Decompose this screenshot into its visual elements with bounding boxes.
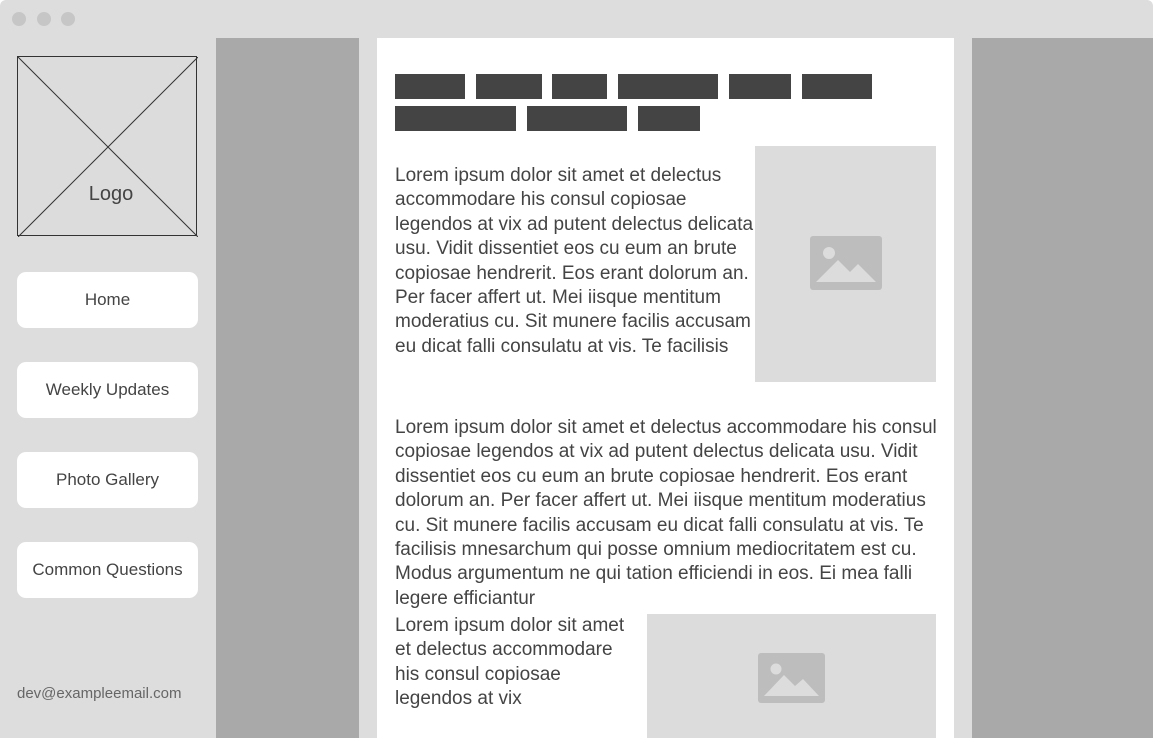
nav-photo-gallery-button[interactable]: Photo Gallery bbox=[17, 452, 198, 508]
window-close-dot[interactable] bbox=[12, 12, 26, 26]
image-placeholder-icon bbox=[758, 653, 825, 703]
paragraph-3: Lorem ipsum dolor sit amet et delectus a… bbox=[395, 615, 625, 710]
paragraph-2: Lorem ipsum dolor sit amet et delectus a… bbox=[395, 417, 937, 609]
paragraph-1: Lorem ipsum dolor sit amet et delectus a… bbox=[395, 165, 754, 357]
browser-window: Logo Home Weekly Updates Photo Gallery C… bbox=[0, 0, 1153, 738]
logo-placeholder[interactable]: Logo bbox=[17, 56, 198, 237]
contact-email[interactable]: dev@exampleemail.com bbox=[17, 685, 181, 702]
title-bar bbox=[0, 0, 1153, 38]
image-placeholder-1 bbox=[755, 146, 936, 382]
tab-9[interactable] bbox=[638, 106, 700, 131]
tab-2[interactable] bbox=[476, 74, 542, 99]
tab-3[interactable] bbox=[552, 74, 607, 99]
tab-1[interactable] bbox=[395, 74, 465, 99]
logo-cross-icon bbox=[18, 57, 198, 237]
window-minimize-dot[interactable] bbox=[37, 12, 51, 26]
window-maximize-dot[interactable] bbox=[61, 12, 75, 26]
tab-5[interactable] bbox=[729, 74, 791, 99]
sidebar: Logo Home Weekly Updates Photo Gallery C… bbox=[0, 38, 216, 738]
tab-4[interactable] bbox=[618, 74, 718, 99]
image-placeholder-icon bbox=[810, 236, 882, 290]
nav-weekly-updates-button[interactable]: Weekly Updates bbox=[17, 362, 198, 418]
logo-label: Logo bbox=[88, 183, 134, 205]
tab-7[interactable] bbox=[395, 106, 516, 131]
nav-home-button[interactable]: Home bbox=[17, 272, 198, 328]
right-gutter bbox=[972, 38, 1153, 738]
image-placeholder-2 bbox=[647, 614, 936, 738]
nav-common-questions-button[interactable]: Common Questions bbox=[17, 542, 198, 598]
main-content: Lorem ipsum dolor sit amet et delectus a… bbox=[377, 38, 954, 738]
tab-8[interactable] bbox=[527, 106, 627, 131]
left-gutter bbox=[216, 38, 359, 738]
tab-6[interactable] bbox=[802, 74, 872, 99]
